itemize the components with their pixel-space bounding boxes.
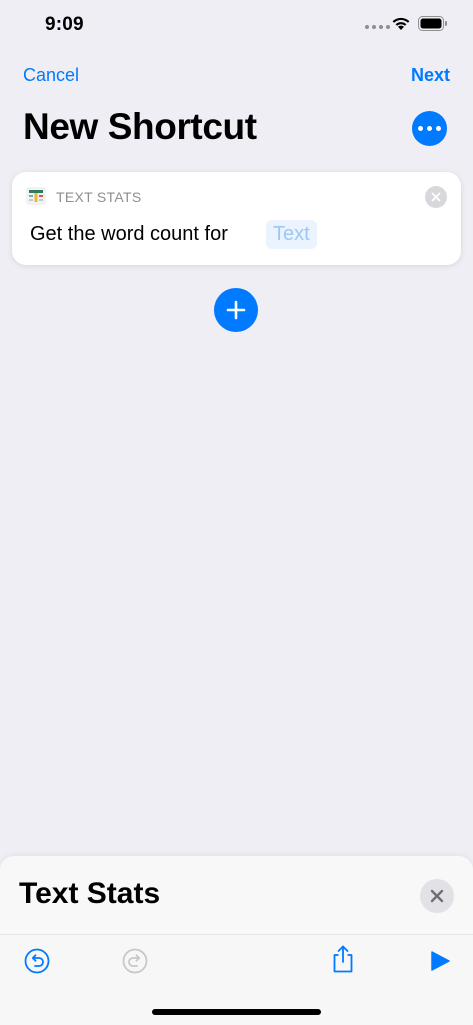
action-search-sheet[interactable]: Text Stats (0, 856, 473, 936)
cancel-button[interactable]: Cancel (23, 65, 79, 86)
redo-icon (122, 948, 148, 974)
remove-action-button[interactable] (425, 186, 447, 208)
close-icon (430, 889, 444, 903)
close-icon (431, 192, 441, 202)
action-card[interactable]: TEXT STATS Get the word count for Text (12, 172, 461, 265)
run-button[interactable] (425, 946, 455, 976)
undo-icon (24, 948, 50, 974)
plus-icon (226, 300, 246, 320)
status-time: 9:09 (45, 14, 84, 35)
cellular-signal-icon (365, 25, 390, 29)
undo-button[interactable] (22, 946, 52, 976)
share-button[interactable] (328, 944, 358, 974)
home-indicator (152, 1009, 321, 1015)
sheet-title: Text Stats (19, 877, 161, 910)
redo-button[interactable] (120, 946, 150, 976)
text-parameter[interactable]: Text (266, 220, 317, 249)
close-sheet-button[interactable] (420, 879, 454, 913)
wifi-icon (391, 16, 411, 36)
ellipsis-icon (418, 126, 423, 131)
battery-icon (418, 16, 448, 36)
next-button[interactable]: Next (411, 65, 450, 86)
add-action-button[interactable] (214, 288, 258, 332)
share-icon (333, 945, 353, 973)
action-app-name: TEXT STATS (56, 189, 142, 205)
action-sentence: Get the word count for (30, 223, 228, 245)
page-title: New Shortcut (23, 106, 257, 147)
play-icon (431, 951, 450, 971)
more-options-button[interactable] (412, 111, 447, 146)
text-stats-app-icon (26, 187, 46, 205)
